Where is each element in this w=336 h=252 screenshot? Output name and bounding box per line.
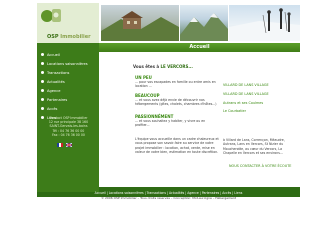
sidebar-item-transactions[interactable]: Transactions: [41, 69, 99, 76]
main-content: Accueil Vous êtes à LE VERCORS... UN PEU…: [99, 43, 300, 187]
chalet-photo-icon: [101, 11, 179, 41]
link-autrans[interactable]: Autrans et ses Coulmes: [223, 101, 263, 105]
sidebar-nav: Accueil Locations saisonnières Transacti…: [41, 51, 99, 123]
bullet-icon: [41, 71, 44, 74]
french-flag-icon[interactable]: [57, 143, 63, 147]
skiers-photo-icon: [229, 8, 300, 41]
header-photo-chalet: [101, 5, 179, 41]
sidebar-item-accueil[interactable]: Accueil: [41, 51, 99, 58]
sidebar-item-label: Actualités: [47, 79, 65, 84]
sidebar-item-label: Accès: [47, 106, 58, 111]
bottom-right-text: à Villard de Lans, Corrençon, Méaudre, A…: [223, 138, 285, 155]
sidebar-item-label: Accueil: [47, 52, 60, 57]
block-text-un-peu: ... pour vos escapades en famille ou ent…: [135, 80, 216, 89]
bullet-icon: [41, 89, 44, 92]
welcome-line: Vous êtes à LE VERCORS...: [133, 64, 193, 69]
footer-copyright: © 2006 OSP Immobilier – Tous droits rése…: [101, 196, 236, 200]
mountain-photo-icon: [180, 13, 228, 41]
bullet-icon: [41, 98, 44, 101]
logo-mark-icon: [40, 6, 64, 26]
sidebar-item-agence[interactable]: Agence: [41, 87, 99, 94]
page-frame: OSP Immobilier Accueil Locations saisonn…: [37, 3, 300, 195]
english-flag-icon[interactable]: [66, 143, 72, 147]
sidebar-item-label: Locations saisonnières: [47, 61, 88, 66]
sidebar-item-locations[interactable]: Locations saisonnières: [41, 60, 99, 67]
bullet-icon: [41, 107, 44, 110]
link-villard-1[interactable]: VILLARD DE LANS VILLAGE: [223, 83, 269, 87]
bullet-icon: [41, 80, 44, 83]
sidebar-item-label: Partenaires: [47, 97, 68, 102]
language-flags: [57, 143, 72, 147]
sidebar-contact: Contact OSP Immobilier 12 rue principale…: [48, 116, 89, 137]
link-courbatier[interactable]: Le Courbatier: [223, 109, 246, 113]
link-villard-2[interactable]: VILLARD DE LANS VILLAGE: [223, 92, 269, 96]
sidebar-item-partenaires[interactable]: Partenaires: [41, 96, 99, 103]
header-photo-mountain: [180, 5, 228, 41]
sidebar-item-label: Agence: [47, 88, 61, 93]
logo-subtitle: Immobilier: [60, 34, 91, 40]
page-title: Accueil: [99, 43, 300, 52]
bullet-icon: [41, 53, 44, 56]
block-text-passionnement: ... et vous souhaitez y habiter, y vivre…: [135, 119, 206, 128]
contact-link[interactable]: NOUS CONTACTER À VOTRE ÉCOUTE: [229, 164, 291, 168]
welcome-prefix: Vous êtes à: [133, 64, 161, 69]
sidebar-item-acces[interactable]: Accès: [41, 105, 99, 112]
bullet-icon: [41, 62, 44, 65]
sidebar-item-label: Transactions: [47, 70, 70, 75]
logo[interactable]: OSP Immobilier: [37, 3, 99, 43]
site-header: OSP Immobilier: [37, 3, 300, 43]
welcome-place: LE VERCORS...: [160, 64, 193, 69]
logo-text: OSP Immobilier: [47, 34, 91, 40]
block-text-beaucoup: ... et vous avez déjà envie de découvrir…: [135, 98, 217, 107]
sidebar-item-actualites[interactable]: Actualités: [41, 78, 99, 85]
header-photo-skiers: [229, 5, 300, 41]
bottom-left-text: L'équipe vous accueille dans un cadre ch…: [135, 137, 219, 154]
logo-name: OSP: [47, 34, 59, 40]
